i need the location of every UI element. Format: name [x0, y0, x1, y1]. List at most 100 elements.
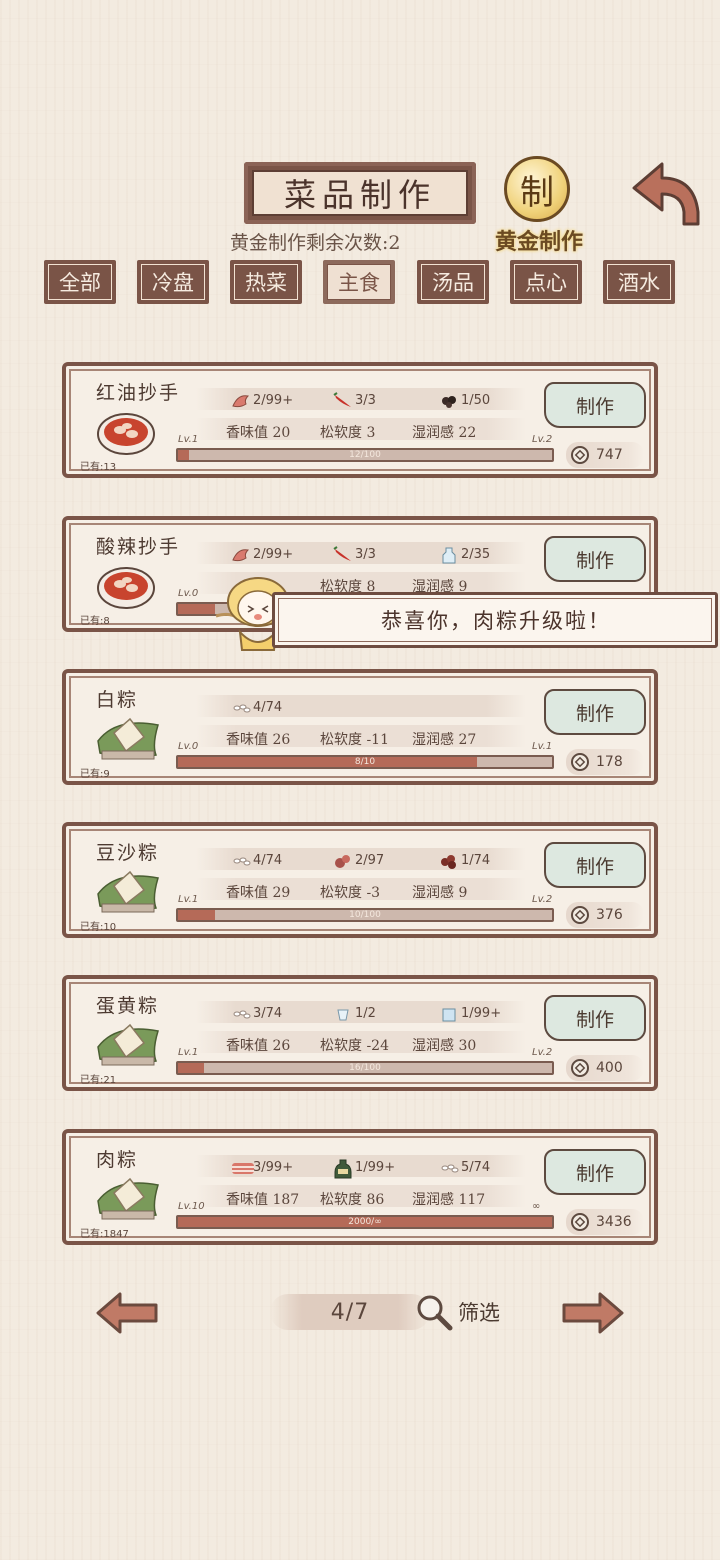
- ingredient: 1/50: [438, 390, 490, 410]
- tab-label: 汤品: [421, 264, 485, 300]
- owned-count: 已有:13: [80, 462, 117, 473]
- dish-stat: 松软度 -24: [320, 1038, 389, 1054]
- price-value: 400: [596, 1060, 623, 1076]
- dish-card: 红油抄手 已有:13 2/99+ 3/3 1/50 香味值 20 松软度 3 湿润感 22 Lv…: [62, 362, 658, 478]
- red-bean-icon: [438, 852, 458, 869]
- next-page-button[interactable]: [560, 1290, 626, 1336]
- dish-image: [96, 711, 159, 763]
- owned-count: 已有:8: [80, 616, 110, 627]
- price-tag: 747: [566, 442, 644, 468]
- dish-stat: 香味值 20: [226, 425, 291, 441]
- owned-count: 已有:1847: [80, 1229, 129, 1240]
- dish-card: 肉粽 已有:1847 3/99+ 1/99+ 5/74 香味值 187 松软度 86 湿润感 …: [62, 1129, 658, 1245]
- back-button[interactable]: [628, 160, 704, 230]
- ingredient: 4/74: [230, 697, 282, 717]
- chili-icon: [332, 546, 352, 562]
- level-progress-bar: 12/100: [176, 448, 554, 462]
- salt-icon: [332, 1005, 352, 1021]
- make-button[interactable]: 制作: [544, 1149, 646, 1195]
- ingredient-count: 2/35: [461, 546, 491, 562]
- ingredient-count: 1/2: [355, 1005, 376, 1021]
- ingredient-count: 1/50: [461, 392, 491, 408]
- ingredient: 4/74: [230, 850, 282, 870]
- ingredient-count: 2/99+: [253, 546, 294, 562]
- dish-stat: 香味值 187: [226, 1192, 300, 1208]
- coin-icon: [571, 1213, 589, 1231]
- ingredient: 3/3: [332, 544, 376, 564]
- dish-card: 蛋黄粽 已有:21 3/74 1/2 1/99+ 香味值 26 松软度 -24 湿润感 30 L…: [62, 975, 658, 1091]
- dish-card: 白粽 已有:9 4/74 香味值 26 松软度 -11 湿润感 27 Lv.0 Lv.1 8/1…: [62, 669, 658, 785]
- coin-icon: [571, 753, 589, 771]
- tab-3[interactable]: 主食: [323, 260, 395, 304]
- current-level: Lv.0: [178, 588, 199, 599]
- ingredient: 3/74: [230, 1003, 282, 1023]
- ingredient: 2/97: [332, 850, 384, 870]
- dish-image: [96, 1171, 159, 1223]
- ingredient-count: 2/97: [355, 852, 385, 868]
- tab-0[interactable]: 全部: [44, 260, 116, 304]
- water-icon: [438, 1005, 458, 1022]
- dish-image: [96, 1017, 159, 1069]
- magnifier-icon: [417, 1295, 453, 1331]
- tab-1[interactable]: 冷盘: [137, 260, 209, 304]
- next-level: Lv.2: [532, 894, 553, 905]
- dish-stat: 湿润感 117: [412, 1192, 486, 1208]
- dish-image: [96, 864, 159, 916]
- tab-5[interactable]: 点心: [510, 260, 582, 304]
- arrow-right-icon: [562, 1292, 624, 1334]
- tab-label: 全部: [48, 264, 112, 300]
- ingredient-count: 1/99+: [355, 1159, 396, 1175]
- peppercorn-icon: [438, 392, 458, 408]
- coin-icon: [571, 906, 589, 924]
- ingredient: 1/99+: [438, 1003, 501, 1023]
- next-level: Lv.2: [532, 1047, 553, 1058]
- dish-stat: 湿润感 30: [412, 1038, 477, 1054]
- vinegar-icon: [438, 546, 458, 564]
- dish-image: [96, 404, 156, 456]
- filter-button[interactable]: 筛选: [414, 1290, 514, 1334]
- dish-stat: 香味值 26: [226, 1038, 291, 1054]
- coin-icon: [571, 446, 589, 464]
- progress-text: 16/100: [349, 1063, 381, 1073]
- current-level: Lv.1: [178, 434, 199, 445]
- ingredient-count: 3/3: [355, 546, 376, 562]
- current-level: Lv.10: [178, 1201, 205, 1212]
- prev-page-button[interactable]: [94, 1290, 160, 1336]
- current-level: Lv.1: [178, 1047, 199, 1058]
- dish-stat: 松软度 -11: [320, 732, 389, 748]
- ingredient: 2/35: [438, 544, 490, 564]
- rice-icon: [230, 852, 251, 868]
- dish-stat: 湿润感 27: [412, 732, 477, 748]
- owned-count: 已有:21: [80, 1075, 117, 1086]
- dish-stat: 松软度 86: [320, 1192, 385, 1208]
- back-arrow-icon: [632, 162, 700, 226]
- make-button[interactable]: 制作: [544, 382, 646, 428]
- rice-icon: [230, 699, 251, 715]
- level-progress-bar: 10/100: [176, 908, 554, 922]
- ingredient-count: 4/74: [253, 699, 283, 715]
- pork-icon: [230, 1159, 254, 1175]
- make-button[interactable]: 制作: [544, 995, 646, 1041]
- price-tag: 3436: [566, 1209, 644, 1235]
- page-title: 菜品制作: [252, 170, 468, 216]
- tab-label: 主食: [327, 264, 391, 300]
- next-level: Lv.1: [532, 741, 553, 752]
- ingredient: 3/3: [332, 390, 376, 410]
- level-progress-bar: 8/10: [176, 755, 554, 769]
- price-value: 376: [596, 907, 623, 923]
- owned-count: 已有:9: [80, 769, 110, 780]
- tab-6[interactable]: 酒水: [603, 260, 675, 304]
- dish-stat: 香味值 26: [226, 732, 291, 748]
- filter-label: 筛选: [458, 1301, 500, 1325]
- dish-stat: 湿润感 9: [412, 885, 468, 901]
- ingredient: 1/99+: [332, 1157, 396, 1179]
- make-button[interactable]: 制作: [544, 842, 646, 888]
- golden-make-button[interactable]: 制 黄金制作: [484, 156, 594, 256]
- tab-2[interactable]: 热菜: [230, 260, 302, 304]
- ingredient-count: 5/74: [461, 1159, 491, 1175]
- tab-4[interactable]: 汤品: [417, 260, 489, 304]
- coin-icon: [571, 1059, 589, 1077]
- dish-stat: 香味值 29: [226, 885, 291, 901]
- make-button[interactable]: 制作: [544, 689, 646, 735]
- progress-text: 12/100: [349, 450, 381, 460]
